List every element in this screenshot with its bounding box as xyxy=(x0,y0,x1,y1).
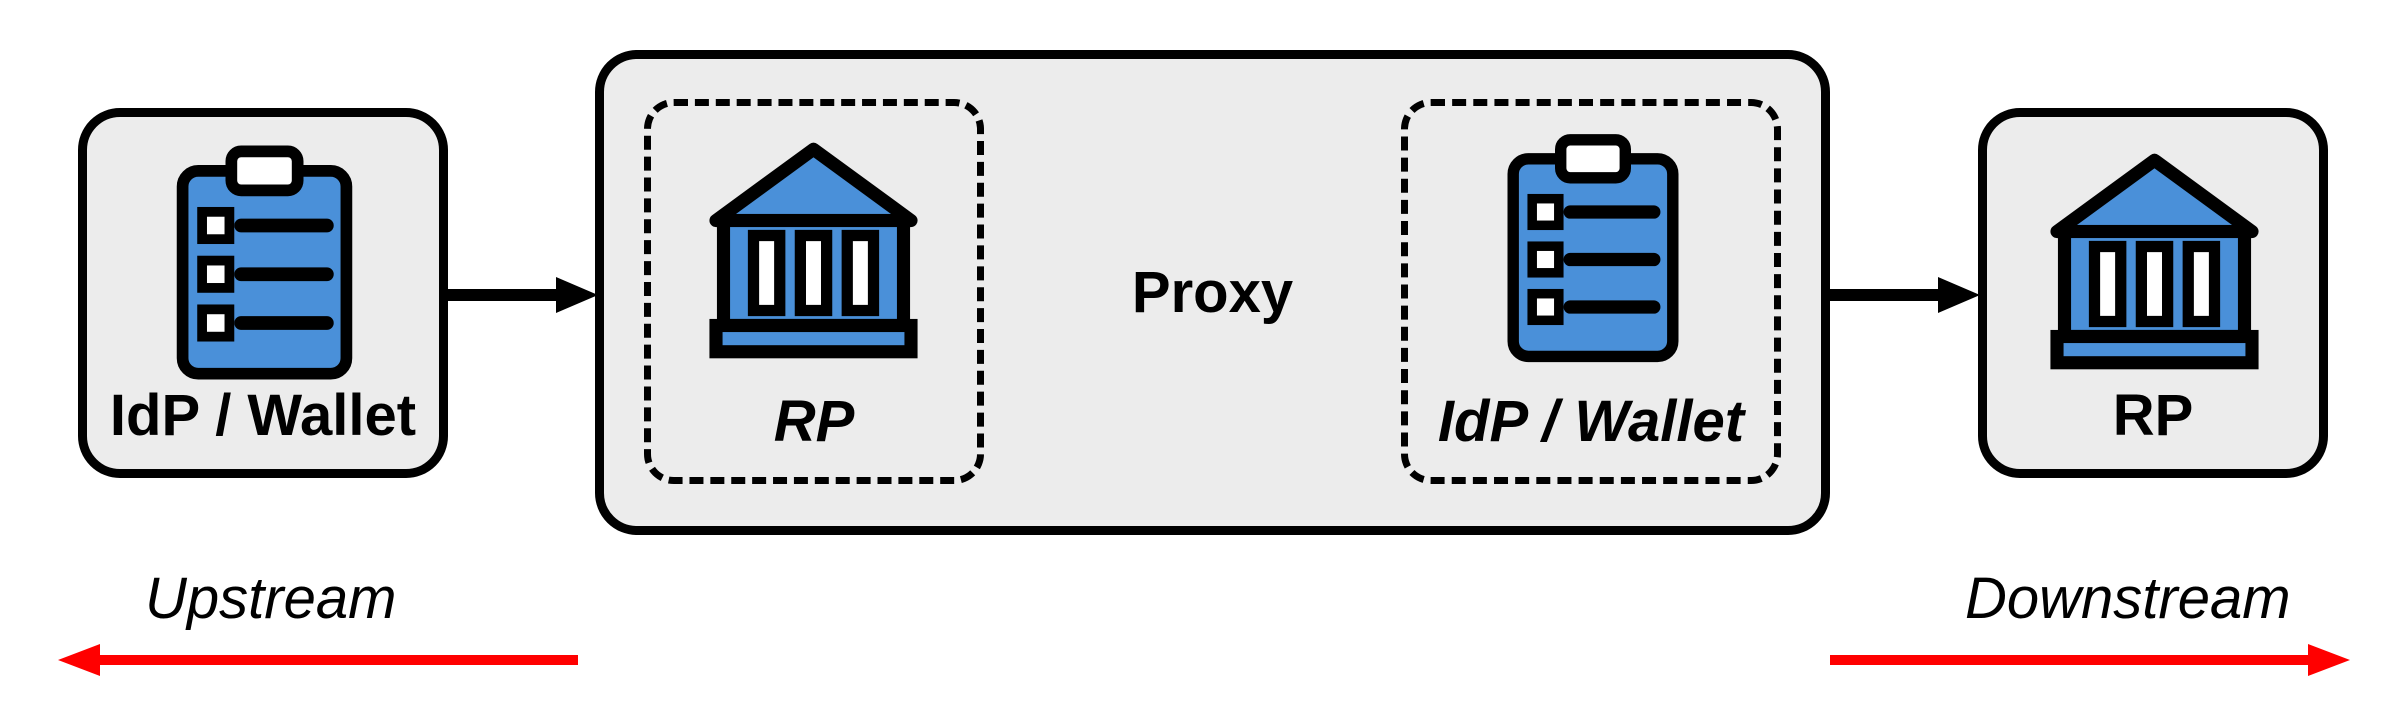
proxy-inner-idp-label: IdP / Wallet xyxy=(1408,388,1774,455)
diagram-canvas: IdP / Wallet RP Proxy xyxy=(0,0,2404,708)
bank-icon xyxy=(701,128,926,373)
idp-wallet-label: IdP / Wallet xyxy=(87,382,439,449)
idp-wallet-box: IdP / Wallet xyxy=(78,108,448,478)
proxy-box: RP Proxy IdP / Wallet xyxy=(595,50,1830,535)
proxy-inner-rp-label: RP xyxy=(651,388,977,455)
proxy-inner-idp-box: IdP / Wallet xyxy=(1401,99,1781,484)
downstream-arrow xyxy=(1830,640,2350,680)
arrow-center-to-right xyxy=(1830,275,1980,315)
rp-label: RP xyxy=(1987,382,2319,449)
bank-icon xyxy=(2042,139,2267,384)
arrow-left-to-center xyxy=(448,275,598,315)
rp-box: RP xyxy=(1978,108,2328,478)
upstream-label: Upstream xyxy=(145,565,396,632)
downstream-label: Downstream xyxy=(1965,565,2291,632)
upstream-arrow xyxy=(58,640,578,680)
clipboard-icon xyxy=(167,142,362,387)
clipboard-icon xyxy=(1498,131,1688,369)
